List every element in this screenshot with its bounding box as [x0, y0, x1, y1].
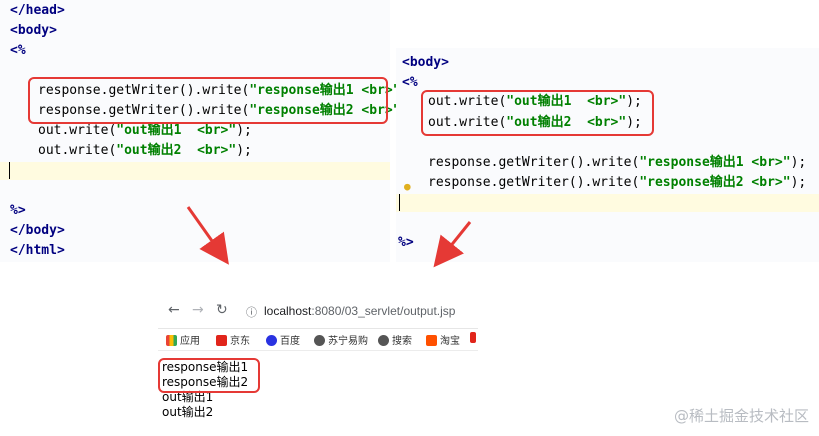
- apps-grid-icon: [166, 335, 177, 346]
- bookmark-suning[interactable]: 苏宁易购: [314, 332, 368, 347]
- back-icon[interactable]: ←: [168, 302, 180, 318]
- watermark: @稀土掘金技术社区: [673, 407, 809, 425]
- info-icon[interactable]: ⓘ: [246, 304, 257, 320]
- reload-icon[interactable]: ↻: [216, 302, 228, 318]
- bookmark-taobao[interactable]: 淘宝: [426, 332, 460, 347]
- highlight-box-output: [158, 358, 260, 393]
- bookmarks-bar: 应用 京东 百度 苏宁易购 搜索 淘宝: [158, 328, 478, 351]
- forward-icon[interactable]: →: [192, 302, 204, 318]
- globe-icon: [314, 335, 325, 346]
- browser-nav-bar: ← → ↻ ⓘ localhost:8080/03_servlet/output…: [158, 294, 478, 329]
- bookmark-jd[interactable]: 京东: [216, 332, 250, 347]
- address-bar[interactable]: localhost:8080/03_servlet/output.jsp: [264, 304, 455, 318]
- taobao-icon: [426, 335, 437, 346]
- bookmark-more[interactable]: [470, 332, 479, 344]
- bookmark-baidu[interactable]: 百度: [266, 332, 300, 347]
- jd-icon: [216, 335, 227, 346]
- bookmark-search[interactable]: 搜索: [378, 332, 412, 347]
- bookmark-apps[interactable]: 应用: [166, 332, 200, 347]
- browser-window: ← → ↻ ⓘ localhost:8080/03_servlet/output…: [158, 294, 478, 436]
- baidu-icon: [266, 335, 277, 346]
- output-text: out输出2: [162, 405, 214, 419]
- globe-icon: [378, 335, 389, 346]
- bookmark-icon: [470, 332, 476, 343]
